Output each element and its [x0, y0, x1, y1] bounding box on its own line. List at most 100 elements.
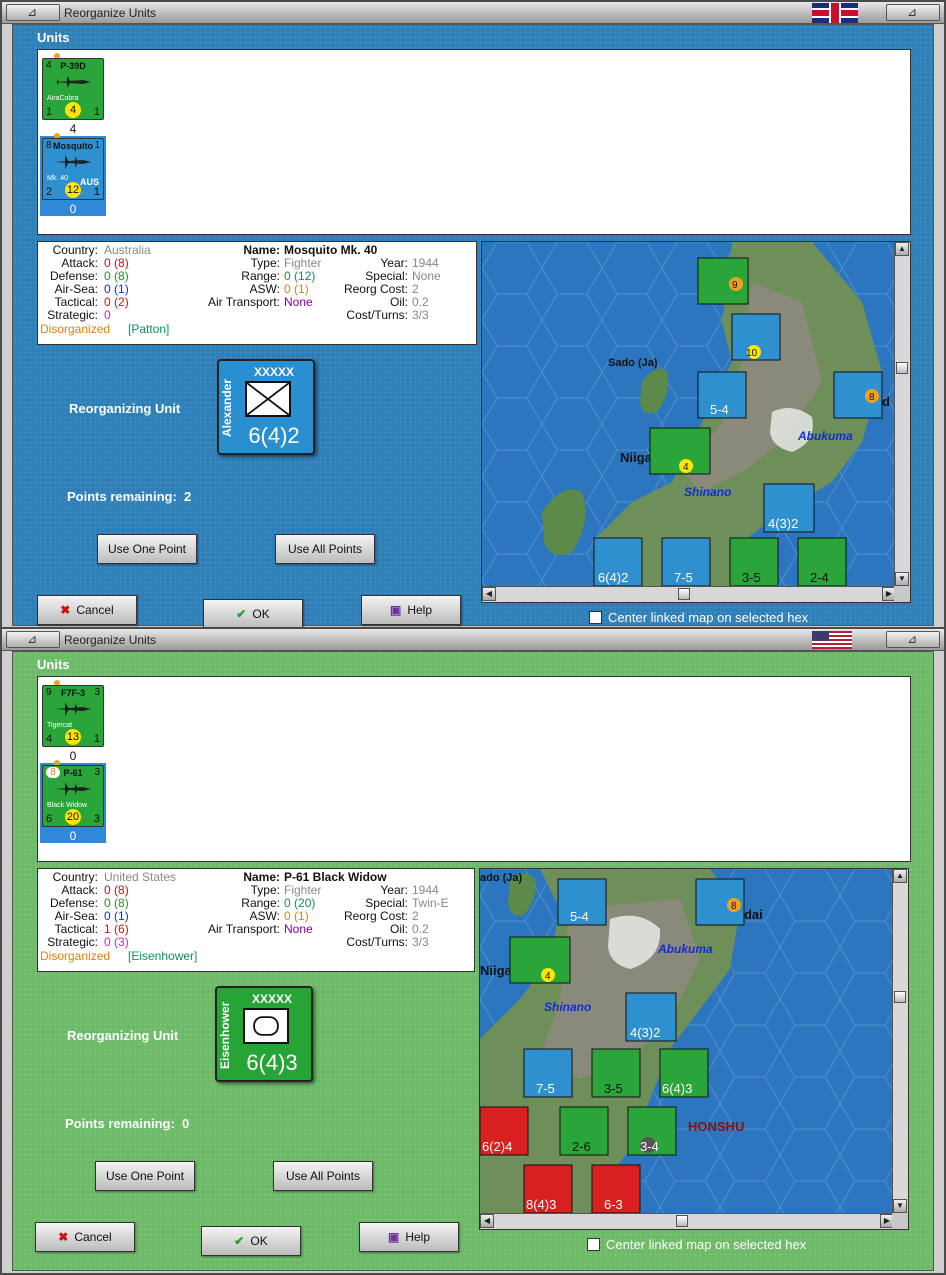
scroll-down-icon[interactable]: ▼	[893, 1199, 907, 1213]
resize-icon: ⊿	[27, 632, 38, 646]
reorganizing-unit-counter: Eisenhower XXXXX 6(4)3	[215, 986, 313, 1082]
unit-item-p61[interactable]: 8 P-61 3 Black Widow 6 20 3 0	[40, 760, 106, 843]
map-unit-counter[interactable]: 8	[695, 878, 745, 926]
map-counter-text: 6(4)2	[598, 570, 628, 585]
map-unit-counter[interactable]: 4	[509, 936, 571, 984]
range-value: 0	[284, 896, 291, 910]
window-close-button[interactable]: ⊿	[886, 4, 940, 21]
scroll-corner	[892, 1213, 908, 1229]
scroll-thumb[interactable]	[894, 991, 906, 1003]
scroll-thumb[interactable]	[896, 362, 908, 374]
window-close-button[interactable]: ⊿	[886, 631, 940, 648]
map-canvas: ado (Ja) Niigat Shinano Abukuma ndai HON…	[480, 869, 894, 1213]
attack-max: (8)	[114, 883, 129, 897]
scroll-up-icon[interactable]: ▲	[893, 869, 907, 883]
map-unit-counter[interactable]: 6(2)4	[480, 1106, 529, 1156]
map-counter-text: 3-4	[640, 1139, 659, 1154]
window-menu-button[interactable]: ⊿	[6, 631, 60, 648]
unit-count: 4	[69, 122, 77, 136]
map-unit-counter[interactable]: 6(4)3	[659, 1048, 709, 1098]
map-unit-counter[interactable]: 3-4	[627, 1106, 677, 1156]
map-unit-counter[interactable]: 7-5	[523, 1048, 573, 1098]
unit-item-p39d[interactable]: 4 P-39D AiraCobra 1 4 1 4	[40, 53, 106, 136]
scroll-thumb[interactable]	[676, 1215, 688, 1227]
asw-value: 0	[284, 909, 291, 923]
tactical-max: (6)	[114, 922, 129, 936]
points-value: 0	[182, 1116, 190, 1131]
scroll-left-icon[interactable]: ◀	[480, 1214, 494, 1228]
map-unit-counter[interactable]: 9	[697, 257, 749, 305]
title-bar[interactable]: ⊿ Reorganize Units ⊿	[2, 629, 944, 651]
ok-label: OK	[250, 1234, 268, 1248]
use-all-points-button[interactable]: Use All Points	[273, 1161, 373, 1191]
map-unit-counter[interactable]: 5-4	[557, 878, 607, 926]
map-unit-counter[interactable]: 2-4	[797, 537, 847, 586]
unit-counter: 8 Mosquito 1 Mk. 40 AUS 2 12 1	[42, 138, 104, 200]
title-bar[interactable]: ⊿ Reorganize Units ⊿	[2, 2, 944, 24]
attack-value: 0	[104, 883, 111, 897]
cancel-button[interactable]: ✖ Cancel	[37, 595, 137, 625]
twin-engine-plane-icon	[55, 155, 91, 169]
map-unit-counter[interactable]: 8(4)3	[523, 1164, 573, 1213]
counter-defense: 1	[93, 106, 100, 118]
checkbox-icon[interactable]	[587, 1238, 600, 1251]
costturns-value: 3/3	[412, 308, 429, 322]
units-list[interactable]: 4 P-39D AiraCobra 1 4 1 4 8 Mosquito 1 M…	[37, 49, 911, 235]
map-unit-counter[interactable]: 2-6	[559, 1106, 609, 1156]
checkbox-icon[interactable]	[589, 611, 602, 624]
map-unit-counter[interactable]: 8	[833, 371, 883, 419]
map-horizontal-scrollbar[interactable]: ◀ ▶	[482, 586, 896, 602]
leader-name: Alexander	[220, 378, 234, 438]
defense-value: 0	[104, 269, 111, 283]
map-vertical-scrollbar[interactable]: ▲ ▼	[892, 869, 908, 1213]
use-one-point-button[interactable]: Use One Point	[97, 534, 197, 564]
scroll-down-icon[interactable]: ▼	[895, 572, 909, 586]
x-icon: ✖	[58, 1230, 69, 1244]
ok-button[interactable]: ✔ OK	[203, 599, 303, 628]
cancel-button[interactable]: ✖ Cancel	[35, 1222, 135, 1252]
map-unit-counter[interactable]: 10	[731, 313, 781, 361]
map-unit-counter[interactable]: 7-5	[661, 537, 711, 586]
map-unit-counter[interactable]: 4(3)2	[763, 483, 815, 533]
scroll-up-icon[interactable]: ▲	[895, 242, 909, 256]
tactical-value: 1	[104, 922, 111, 936]
scroll-thumb[interactable]	[678, 588, 690, 600]
unit-item-mosquito[interactable]: 8 Mosquito 1 Mk. 40 AUS 2 12 1 0	[40, 133, 106, 216]
ok-button[interactable]: ✔ OK	[201, 1226, 301, 1256]
map-unit-counter[interactable]: 6-3	[591, 1164, 641, 1213]
map-unit-counter[interactable]: 6(4)2	[593, 537, 643, 586]
map-unit-counter[interactable]: 4	[649, 427, 711, 475]
dialog-body: Units 4 P-39D AiraCobra 1 4 1 4 8 Mosqui…	[12, 24, 934, 628]
map-label-abukuma: Abukuma	[797, 429, 853, 443]
help-button[interactable]: ▣ Help	[361, 595, 461, 625]
center-linked-checkbox[interactable]: Center linked map on selected hex	[587, 1237, 806, 1252]
unit-counter: 9 F7F-3 3 Tigercat 4 13 1	[42, 685, 104, 747]
map-label-honshu: HONSHU	[688, 1119, 744, 1134]
map-unit-counter[interactable]: 4(3)2	[625, 992, 677, 1042]
map-vertical-scrollbar[interactable]: ▲ ▼	[894, 242, 910, 586]
costturns-value: 3/3	[412, 935, 429, 949]
range-value: 0	[284, 269, 291, 283]
scroll-corner	[894, 586, 910, 602]
map-unit-counter[interactable]: 3-5	[729, 537, 779, 586]
scroll-left-icon[interactable]: ◀	[482, 587, 496, 601]
map-unit-counter[interactable]: 3-5	[591, 1048, 641, 1098]
units-list[interactable]: 9 F7F-3 3 Tigercat 4 13 1 0 8 P-61 3 Bla…	[37, 676, 911, 862]
help-button[interactable]: ▣ Help	[359, 1222, 459, 1252]
twin-engine-plane-icon	[55, 702, 91, 716]
tactical-max: (2)	[114, 295, 129, 309]
points-remaining: Points remaining: 2	[67, 489, 191, 504]
map-horizontal-scrollbar[interactable]: ◀ ▶	[480, 1213, 894, 1229]
linked-map[interactable]: Sado (Ja) Niigat Shinano Abukuma nd 9 10…	[481, 241, 911, 603]
use-all-points-button[interactable]: Use All Points	[275, 534, 375, 564]
use-one-point-button[interactable]: Use One Point	[95, 1161, 195, 1191]
center-linked-checkbox[interactable]: Center linked map on selected hex	[589, 610, 808, 625]
window-menu-button[interactable]: ⊿	[6, 4, 60, 21]
commander-value: [Patton]	[128, 322, 170, 336]
map-counter-text: 10	[746, 348, 758, 359]
map-unit-counter[interactable]: 5-4	[697, 371, 747, 419]
counter-attack: 2	[46, 186, 53, 198]
unit-item-f7f3[interactable]: 9 F7F-3 3 Tigercat 4 13 1 0	[40, 680, 106, 763]
armor-symbol-icon	[243, 1008, 289, 1044]
linked-map[interactable]: ado (Ja) Niigat Shinano Abukuma ndai HON…	[479, 868, 909, 1230]
